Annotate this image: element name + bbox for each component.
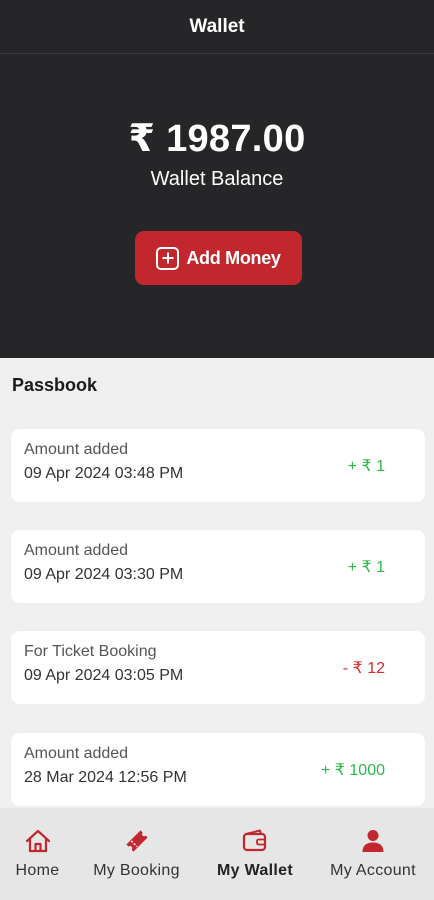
passbook-entry: Amount added 09 Apr 2024 03:30 PM + ₹ 1 xyxy=(11,530,425,603)
entry-amount: + ₹ 1 xyxy=(347,457,385,475)
wallet-icon xyxy=(242,829,267,852)
entry-description: For Ticket Booking xyxy=(24,643,157,660)
nav-label-my-account: My Account xyxy=(330,862,416,879)
page-title: Wallet xyxy=(189,15,245,37)
nav-item-home[interactable]: Home xyxy=(0,808,75,900)
ticket-icon xyxy=(125,830,148,852)
passbook-entry: Amount added 28 Mar 2024 12:56 PM + ₹ 10… xyxy=(11,733,425,806)
home-icon xyxy=(25,829,50,853)
top-app-bar: Wallet xyxy=(0,0,434,54)
wallet-balance-panel: ₹ 1987.00 Wallet Balance Add Money xyxy=(0,54,434,358)
add-money-label: Add Money xyxy=(186,247,281,268)
entry-description: Amount added xyxy=(24,441,129,458)
nav-item-my-booking[interactable]: My Booking xyxy=(75,808,198,900)
wallet-balance-label: Wallet Balance xyxy=(150,168,284,190)
nav-label-home: Home xyxy=(15,862,60,879)
entry-date: 09 Apr 2024 03:48 PM xyxy=(24,465,184,482)
person-icon xyxy=(362,830,384,852)
entry-description: Amount added xyxy=(24,542,129,559)
entry-date: 09 Apr 2024 03:30 PM xyxy=(24,566,184,583)
entry-amount: + ₹ 1000 xyxy=(320,761,385,779)
nav-label-my-booking: My Booking xyxy=(93,862,180,879)
bottom-navigation: Home My Booking My Wallet My Account xyxy=(0,808,434,900)
entry-date: 28 Mar 2024 12:56 PM xyxy=(24,769,187,786)
add-icon xyxy=(156,246,180,270)
passbook-entry: For Ticket Booking 09 Apr 2024 03:05 PM … xyxy=(11,631,425,704)
passbook-heading: Passbook xyxy=(12,375,98,395)
nav-item-my-account[interactable]: My Account xyxy=(312,808,434,900)
passbook-entry: Amount added 09 Apr 2024 03:48 PM + ₹ 1 xyxy=(11,429,425,502)
wallet-balance-amount: ₹ 1987.00 xyxy=(128,118,306,160)
nav-item-my-wallet[interactable]: My Wallet xyxy=(198,808,312,900)
entry-description: Amount added xyxy=(24,745,129,762)
entry-amount: - ₹ 12 xyxy=(342,659,385,677)
nav-label-my-wallet: My Wallet xyxy=(217,862,293,879)
entry-amount: + ₹ 1 xyxy=(347,558,385,576)
add-money-button[interactable]: Add Money xyxy=(135,231,302,285)
entry-date: 09 Apr 2024 03:05 PM xyxy=(24,667,184,684)
